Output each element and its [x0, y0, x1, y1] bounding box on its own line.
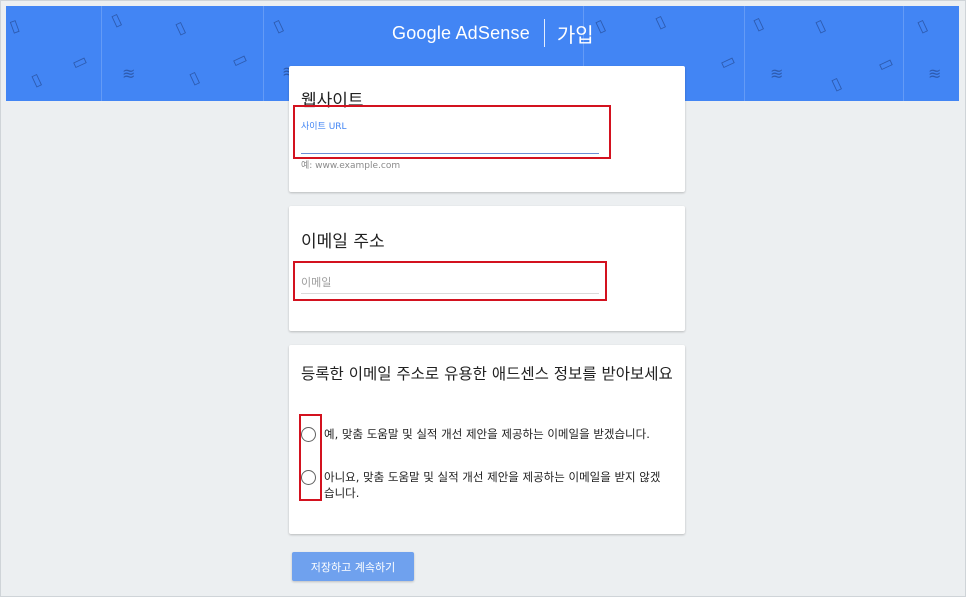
email-section-title: 이메일 주소 — [301, 232, 385, 252]
phone-icon: ▯ — [750, 13, 767, 35]
layers-icon: ≋ — [928, 64, 942, 83]
phone-icon: ▯ — [812, 15, 829, 37]
radio-yes-label[interactable]: 예, 맞춤 도움말 및 실적 개선 제안을 제공하는 이메일을 받겠습니다. — [324, 426, 668, 442]
url-hint: 예: www.example.com — [301, 161, 401, 171]
money-icon: ▭ — [228, 47, 251, 72]
adsense-logo: Google AdSense — [392, 22, 530, 43]
website-card: 웹사이트 사이트 URL 예: www.example.com — [289, 66, 685, 192]
phone-icon: ▯ — [172, 17, 189, 39]
radio-no-label[interactable]: 아니요, 맞춤 도움말 및 실적 개선 제안을 제공하는 이메일을 받지 않겠습… — [324, 469, 668, 501]
phone-icon: ▯ — [186, 67, 203, 89]
site-url-input[interactable] — [301, 136, 599, 154]
phone-icon: ▯ — [592, 15, 609, 37]
phone-icon: ▯ — [914, 15, 931, 37]
updates-question: 등록한 이메일 주소로 유용한 애드센스 정보를 받아보세요 — [301, 365, 673, 383]
money-icon: ▭ — [874, 51, 897, 76]
phone-icon: ▯ — [108, 9, 125, 31]
page-title: 가입 — [556, 22, 594, 47]
url-field-label: 사이트 URL — [301, 122, 347, 132]
phone-icon: ▯ — [28, 69, 45, 91]
radio-option-yes[interactable]: 예, 맞춤 도움말 및 실적 개선 제안을 제공하는 이메일을 받겠습니다. — [301, 426, 668, 442]
email-card: 이메일 주소 — [289, 206, 685, 331]
save-and-continue-button[interactable]: 저장하고 계속하기 — [292, 552, 414, 581]
money-icon: ▭ — [716, 49, 739, 74]
email-updates-card: 등록한 이메일 주소로 유용한 애드센스 정보를 받아보세요 예, 맞춤 도움말… — [289, 345, 685, 534]
phone-icon: ▯ — [652, 11, 669, 33]
email-input[interactable] — [301, 272, 599, 294]
radio-yes[interactable] — [301, 427, 316, 442]
layers-icon: ≋ — [770, 64, 784, 83]
phone-icon: ▯ — [270, 15, 287, 37]
radio-option-no[interactable]: 아니요, 맞춤 도움말 및 실적 개선 제안을 제공하는 이메일을 받지 않겠습… — [301, 469, 668, 501]
phone-icon: ▯ — [6, 15, 22, 36]
header-divider — [543, 19, 545, 47]
radio-no[interactable] — [301, 470, 316, 485]
layers-icon: ≋ — [122, 64, 136, 83]
brand-header: Google AdSense 가입 — [392, 18, 594, 48]
money-icon: ▭ — [68, 49, 91, 74]
phone-icon: ▯ — [828, 73, 845, 95]
